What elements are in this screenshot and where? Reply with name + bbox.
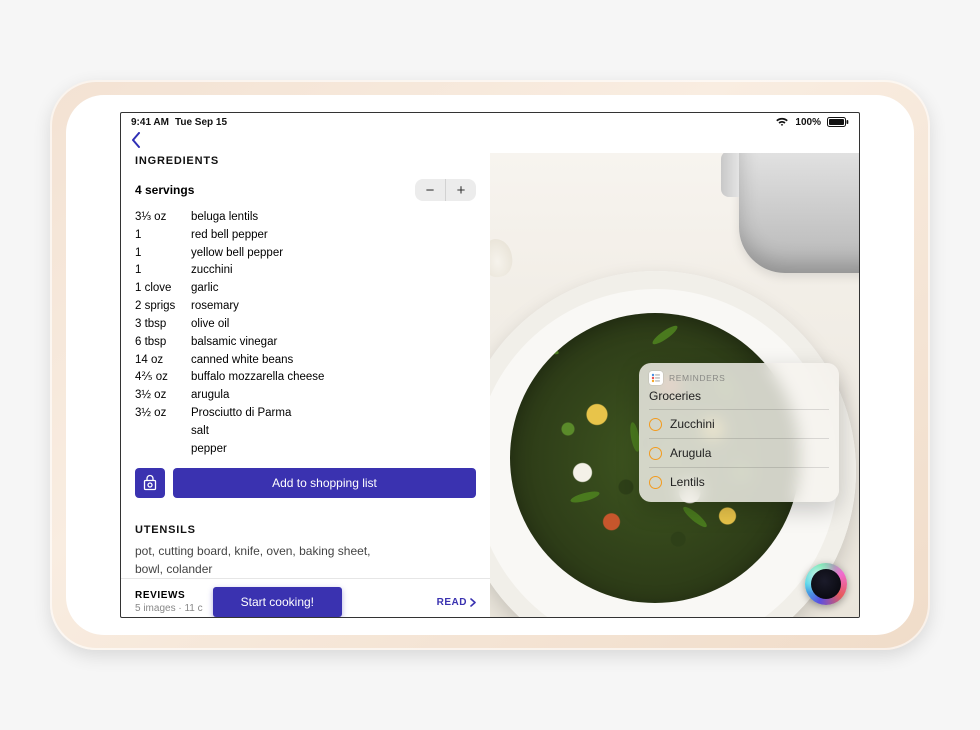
ingredient-qty: 3⅓ oz — [135, 209, 191, 227]
ingredient-name: red bell pepper — [191, 227, 476, 245]
read-label: READ — [437, 597, 467, 608]
reviews-block: REVIEWS 5 images · 11 c — [135, 590, 203, 614]
battery-percent: 100% — [795, 117, 821, 128]
ingredient-row: 4⅖ ozbuffalo mozzarella cheese — [135, 369, 476, 387]
ingredient-row: 3½ ozProsciutto di Parma — [135, 405, 476, 423]
chevron-right-icon — [470, 598, 476, 607]
servings-decrement[interactable]: − — [415, 179, 445, 201]
start-cooking-button[interactable]: Start cooking! — [213, 587, 342, 617]
reminder-item[interactable]: Lentils — [649, 467, 829, 496]
ingredient-name: zucchini — [191, 262, 476, 280]
status-date: Tue Sep 15 — [175, 117, 227, 128]
servings-increment[interactable]: + — [446, 179, 476, 201]
content-area: INGREDIENTS 4 servings − + 3⅓ ozbeluga l… — [121, 153, 859, 617]
ingredient-name: garlic — [191, 280, 476, 298]
utensils-text: pot, cutting board, knife, oven, baking … — [135, 542, 395, 578]
reviews-meta: 5 images · 11 c — [135, 603, 203, 614]
ingredient-name: balsamic vinegar — [191, 334, 476, 352]
ingredient-qty: 6 tbsp — [135, 334, 191, 352]
ingredient-qty: 2 sprigs — [135, 298, 191, 316]
reminder-item[interactable]: Zucchini — [649, 409, 829, 438]
reminder-checkbox[interactable] — [649, 418, 662, 431]
ingredient-qty: 3½ oz — [135, 387, 191, 405]
ingredient-qty: 1 — [135, 245, 191, 263]
ipad-chassis: 9:41 AM Tue Sep 15 100% — [50, 80, 930, 650]
siri-button[interactable] — [805, 563, 847, 605]
ingredient-row: salt — [135, 423, 476, 441]
reminders-app-icon — [649, 371, 663, 385]
ingredient-qty: 1 — [135, 227, 191, 245]
ingredient-qty: 3½ oz — [135, 405, 191, 423]
ingredient-row: 1yellow bell pepper — [135, 245, 476, 263]
battery-icon — [827, 117, 849, 128]
utensils-title: UTENSILS — [135, 524, 476, 536]
ingredients-list: 3⅓ ozbeluga lentils1red bell pepper1yell… — [135, 209, 476, 458]
ingredient-name: arugula — [191, 387, 476, 405]
add-row: Add to shopping list — [135, 468, 476, 498]
reminders-items: Zucchini Arugula Lentils — [649, 409, 829, 496]
add-to-shopping-list-button[interactable]: Add to shopping list — [173, 468, 476, 498]
ingredient-qty: 1 clove — [135, 280, 191, 298]
ingredient-row: 3½ ozarugula — [135, 387, 476, 405]
ingredient-row: 1 clovegarlic — [135, 280, 476, 298]
back-button[interactable] — [131, 132, 141, 153]
ingredient-qty: 4⅖ oz — [135, 369, 191, 387]
start-cooking-label: Start cooking! — [241, 595, 314, 609]
recipe-photo-panel: REMINDERS Groceries Zucchini Arugula Lenti… — [490, 153, 859, 617]
ingredient-name: yellow bell pepper — [191, 245, 476, 263]
ingredient-qty: 14 oz — [135, 352, 191, 370]
ingredient-name: salt — [191, 423, 476, 441]
read-reviews-link[interactable]: READ — [437, 597, 476, 608]
scale-button[interactable] — [135, 468, 165, 498]
reminders-header: REMINDERS — [649, 371, 829, 385]
ingredients-title: INGREDIENTS — [135, 155, 476, 167]
ingredient-name: olive oil — [191, 316, 476, 334]
reminder-checkbox[interactable] — [649, 447, 662, 460]
ingredient-qty: 1 — [135, 262, 191, 280]
ingredient-name: Prosciutto di Parma — [191, 405, 476, 423]
add-to-shopping-list-label: Add to shopping list — [272, 476, 377, 490]
reminder-checkbox[interactable] — [649, 476, 662, 489]
ingredient-name: pepper — [191, 441, 476, 459]
ipad-bezel: 9:41 AM Tue Sep 15 100% — [66, 95, 914, 635]
servings-text: 4 servings — [135, 183, 194, 197]
ingredient-name: canned white beans — [191, 352, 476, 370]
ingredient-row: 1red bell pepper — [135, 227, 476, 245]
ingredient-row: 1zucchini — [135, 262, 476, 280]
reminder-label: Zucchini — [670, 417, 715, 431]
ingredient-name: buffalo mozzarella cheese — [191, 369, 476, 387]
ingredient-row: 2 sprigsrosemary — [135, 298, 476, 316]
ingredient-name: beluga lentils — [191, 209, 476, 227]
bottom-bar: REVIEWS 5 images · 11 c Start cooking! R… — [121, 578, 490, 617]
status-bar: 9:41 AM Tue Sep 15 100% — [121, 113, 859, 131]
ingredient-qty — [135, 423, 191, 441]
reviews-title: REVIEWS — [135, 590, 203, 601]
ingredient-row: pepper — [135, 441, 476, 459]
wifi-icon — [775, 117, 789, 128]
ingredient-row: 6 tbspbalsamic vinegar — [135, 334, 476, 352]
ingredient-qty — [135, 441, 191, 459]
servings-stepper: − + — [415, 179, 476, 201]
reminders-popover: REMINDERS Groceries Zucchini Arugula Lenti… — [639, 363, 839, 502]
ingredient-qty: 3 tbsp — [135, 316, 191, 334]
ingredient-row: 14 ozcanned white beans — [135, 352, 476, 370]
reminder-label: Lentils — [670, 475, 705, 489]
status-time: 9:41 AM — [131, 117, 169, 128]
reminder-label: Arugula — [670, 446, 711, 460]
recipe-left-panel: INGREDIENTS 4 servings − + 3⅓ ozbeluga l… — [121, 153, 490, 617]
reminders-list-title: Groceries — [649, 389, 829, 403]
pot-illustration — [739, 153, 859, 273]
reminders-app-label: REMINDERS — [669, 373, 725, 383]
screen: 9:41 AM Tue Sep 15 100% — [120, 112, 860, 618]
ingredient-name: rosemary — [191, 298, 476, 316]
reminder-item[interactable]: Arugula — [649, 438, 829, 467]
servings-row: 4 servings − + — [135, 179, 476, 201]
ingredient-row: 3 tbspolive oil — [135, 316, 476, 334]
nav-back-row — [121, 131, 859, 153]
ingredient-row: 3⅓ ozbeluga lentils — [135, 209, 476, 227]
